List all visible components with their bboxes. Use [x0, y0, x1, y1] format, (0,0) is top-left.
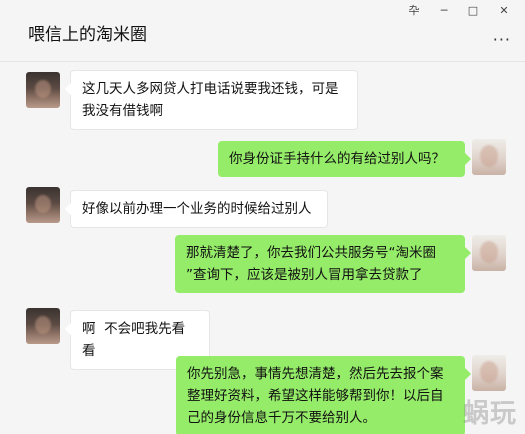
self-avatar[interactable]: [472, 139, 506, 175]
maximize-icon[interactable]: □: [465, 5, 481, 17]
pin-icon[interactable]: 卆: [406, 5, 422, 17]
message-bubble-incoming: 这几天人多网贷人打电话说要我还钱，可是 我没有借钱啊: [65, 70, 358, 130]
self-avatar[interactable]: [472, 355, 506, 391]
close-icon[interactable]: ✕: [496, 5, 512, 17]
contact-avatar[interactable]: [26, 308, 60, 344]
contact-avatar[interactable]: [26, 72, 60, 108]
self-avatar[interactable]: [472, 235, 506, 271]
more-options-icon[interactable]: ···: [493, 30, 511, 49]
watermark-logo: 蜗玩: [462, 399, 517, 429]
chat-title: 喂信上的淘米圈: [28, 25, 147, 45]
minimize-icon[interactable]: ─: [436, 5, 452, 17]
message-bubble-outgoing: 你身份证手持什么的有给过别人吗？: [218, 141, 471, 177]
message-bubble-outgoing: 那就清楚了，你去我们公共服务号“淘米圈 ”查询下，应该是被别人冒用拿去贷款了: [175, 235, 471, 293]
chat-header: 喂信上的淘米圈 卆 ─ □ ✕ ···: [0, 0, 525, 62]
message-bubble-incoming: 好像以前办理一个业务的时候给过别人: [65, 190, 328, 228]
contact-avatar[interactable]: [26, 187, 60, 223]
message-bubble-outgoing: 你先别急，事情先想清楚，然后先去报个案 整理好资料，希望这样能够帮到你！以后自 …: [176, 356, 471, 434]
